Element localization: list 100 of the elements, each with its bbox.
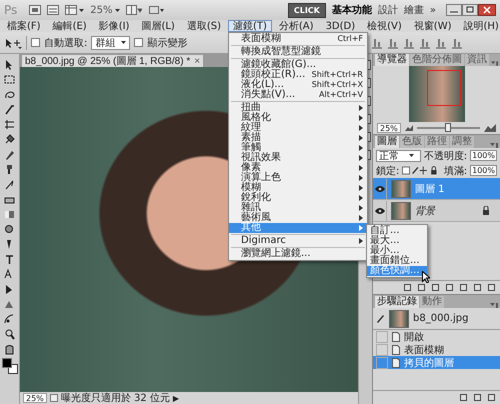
align-icon[interactable] bbox=[419, 36, 432, 48]
menu-item[interactable]: 視訊效果 bbox=[229, 153, 367, 163]
menu-item[interactable]: 最大... bbox=[367, 236, 427, 246]
opacity-field[interactable]: 100% bbox=[470, 150, 497, 161]
slider-thumb[interactable] bbox=[445, 123, 452, 132]
layer-row[interactable]: 背景 bbox=[373, 200, 500, 222]
tool-icon[interactable] bbox=[3, 343, 16, 356]
menu-item[interactable]: 鏡頭校正(R)... Shift+Ctrl+R bbox=[229, 70, 367, 80]
menu-item[interactable]: 畫面錯位... bbox=[367, 256, 427, 266]
panel-tab[interactable]: 色版 bbox=[400, 136, 424, 148]
menu-item[interactable]: 表面模糊 Ctrl+F bbox=[229, 34, 367, 44]
menu-item[interactable]: 自訂... bbox=[367, 226, 427, 236]
tool-icon[interactable] bbox=[3, 223, 16, 236]
tool-icon[interactable] bbox=[3, 73, 16, 86]
menu-item[interactable]: 液化(L)... Shift+Ctrl+X bbox=[229, 80, 367, 90]
click-button[interactable]: CLICK bbox=[288, 2, 326, 18]
menu-item[interactable]: 風格化 bbox=[229, 113, 367, 123]
tool-icon[interactable] bbox=[3, 103, 16, 116]
history-step[interactable]: 表面模糊 bbox=[373, 343, 500, 356]
menu-item[interactable]: 說明(H) bbox=[458, 20, 500, 32]
history-step[interactable]: 開啟 bbox=[373, 330, 500, 343]
fill-field[interactable]: 100% bbox=[470, 165, 497, 176]
panel-tab[interactable]: 步驟記錄 bbox=[375, 296, 419, 308]
menu-item[interactable]: 藝術風 bbox=[229, 213, 367, 223]
align-icon[interactable] bbox=[403, 36, 416, 48]
menu-item[interactable]: Digimarc bbox=[229, 236, 367, 246]
document-tab[interactable]: b8_000.jpg @ 25% (圖層 1, RGB/8) * × bbox=[22, 55, 204, 67]
menu-item[interactable]: 3D(D) bbox=[320, 20, 360, 32]
menu-item[interactable]: 雜訊 bbox=[229, 203, 367, 213]
menu-item[interactable]: 像素 bbox=[229, 163, 367, 173]
eye-icon[interactable] bbox=[375, 186, 385, 192]
move-tool-icon[interactable] bbox=[4, 36, 22, 48]
workspace-tab[interactable]: 設計 bbox=[378, 3, 398, 17]
group-dropdown[interactable]: 群組 bbox=[91, 36, 130, 50]
mini-bridge-icon[interactable] bbox=[47, 5, 60, 15]
menu-item[interactable]: 扭曲 bbox=[229, 103, 367, 113]
window-controls-icon[interactable] bbox=[446, 4, 496, 16]
tool-icon[interactable] bbox=[3, 208, 16, 221]
tool-icon[interactable] bbox=[3, 148, 16, 161]
status-menu-button[interactable]: ▶ bbox=[172, 394, 180, 402]
align-icon[interactable] bbox=[451, 36, 464, 48]
checkbox[interactable] bbox=[134, 38, 144, 47]
menu-item[interactable]: 瀏覽網上濾鏡... bbox=[229, 249, 367, 259]
panel-tab[interactable]: 圖層 bbox=[375, 136, 399, 148]
panel-menu-icon[interactable] bbox=[490, 303, 498, 308]
tool-icon[interactable] bbox=[3, 328, 16, 341]
brush-icon[interactable] bbox=[376, 314, 385, 323]
panel-tab[interactable]: 導覽器 bbox=[375, 54, 409, 66]
tool-icon[interactable] bbox=[3, 253, 16, 266]
menu-item[interactable]: 編輯(E) bbox=[48, 20, 92, 32]
layer-name: 背景 bbox=[415, 204, 437, 218]
screen-mode-icon[interactable] bbox=[148, 5, 164, 15]
view-extras-icon[interactable] bbox=[65, 5, 78, 15]
align-icon[interactable] bbox=[435, 36, 448, 48]
menu-item[interactable]: 紋理 bbox=[229, 123, 367, 133]
bridge-icon[interactable] bbox=[29, 5, 42, 15]
menu-item[interactable]: 圖層(L) bbox=[136, 20, 180, 32]
workspace-tab[interactable]: 基本功能 bbox=[332, 3, 372, 17]
panel-tab[interactable]: 動作 bbox=[420, 296, 444, 308]
tool-icon[interactable] bbox=[3, 133, 16, 146]
panel-tab[interactable]: 色階分佈圖 bbox=[410, 54, 464, 66]
zoom-dropdown[interactable]: 25% bbox=[90, 4, 120, 16]
menu-item[interactable]: 素描 bbox=[229, 133, 367, 143]
menu-item[interactable]: 濾鏡(T) bbox=[228, 20, 272, 32]
menu-item[interactable]: 消失點(V)... Alt+Ctrl+V bbox=[229, 90, 367, 100]
align-icon[interactable] bbox=[371, 36, 384, 48]
menu-item[interactable]: 銳利化 bbox=[229, 193, 367, 203]
lock-options-icon[interactable] bbox=[402, 166, 438, 175]
checkbox[interactable] bbox=[31, 38, 40, 47]
menu-item[interactable]: 選取(S) bbox=[182, 20, 226, 32]
workspace-tab[interactable]: 繪畫 bbox=[404, 3, 424, 17]
color-swatches-icon[interactable] bbox=[2, 358, 18, 374]
zoom-field[interactable]: 25% bbox=[377, 123, 401, 134]
menu-item[interactable]: 最小... bbox=[367, 246, 427, 256]
zoom-field[interactable]: 25% bbox=[23, 393, 47, 403]
menu-item[interactable]: 檢視(V) bbox=[362, 20, 407, 32]
menu-item[interactable]: 影像(I) bbox=[94, 20, 134, 32]
arrange-documents-icon[interactable] bbox=[126, 5, 142, 15]
tool-icon[interactable] bbox=[3, 178, 16, 191]
align-icon[interactable] bbox=[387, 36, 400, 48]
panel-tab[interactable]: 資訊 bbox=[465, 54, 489, 66]
more-workspaces-button[interactable]: » bbox=[430, 4, 436, 16]
menu-item[interactable]: 模糊 bbox=[229, 183, 367, 193]
close-tab-button[interactable]: × bbox=[194, 56, 200, 66]
panel-tab[interactable]: 路徑 bbox=[425, 136, 449, 148]
menu-item[interactable]: 分析(A) bbox=[274, 20, 319, 32]
menu-item[interactable]: 轉換成智慧型濾鏡 bbox=[229, 47, 367, 57]
menu-item[interactable]: 演算上色 bbox=[229, 173, 367, 183]
panel-tab[interactable]: 調整 bbox=[450, 136, 474, 148]
panel-menu-icon[interactable] bbox=[491, 61, 498, 66]
panel-menu-icon[interactable] bbox=[490, 143, 498, 148]
menu-item[interactable]: 濾鏡收藏館(G)... bbox=[229, 60, 367, 70]
zoom-out-icon[interactable] bbox=[404, 125, 413, 132]
eye-icon[interactable] bbox=[375, 208, 385, 214]
tool-icon[interactable] bbox=[3, 118, 16, 131]
blend-mode-dropdown[interactable]: 正常 bbox=[376, 150, 421, 162]
tool-icon[interactable] bbox=[3, 313, 16, 326]
menu-item[interactable]: 筆觸 bbox=[229, 143, 367, 153]
menu-item[interactable]: 檔案(F) bbox=[2, 20, 46, 32]
menu-item[interactable]: 視窗(W) bbox=[408, 20, 456, 32]
